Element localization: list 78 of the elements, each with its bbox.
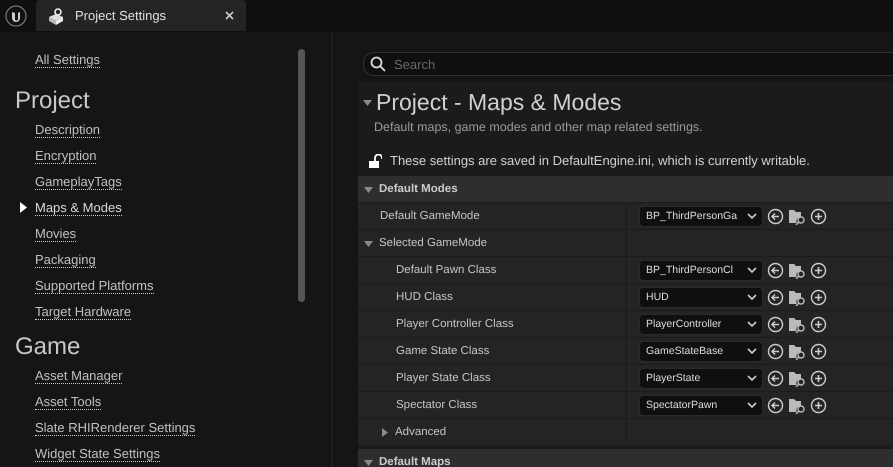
settings-link[interactable]: Encryption	[35, 148, 96, 164]
collapsed-arrow-icon[interactable]	[380, 428, 389, 436]
config-file-note: These settings are saved in DefaultEngine.ini, which is currently writable.	[390, 153, 810, 168]
settings-link[interactable]: Asset Manager	[35, 368, 122, 384]
group-label: Selected GameMode	[379, 237, 488, 249]
settings-link[interactable]: Movies	[35, 226, 76, 242]
add-icon[interactable]	[810, 208, 827, 224]
property-label: Default GameMode	[380, 210, 480, 222]
add-icon[interactable]	[810, 370, 827, 386]
search-input[interactable]: Search	[392, 56, 893, 72]
settings-link[interactable]: Supported Platforms	[35, 278, 154, 294]
category-header[interactable]: Default Modes	[358, 176, 893, 203]
browse-folder-icon[interactable]	[788, 288, 806, 306]
settings-link[interactable]: Widget State Settings	[35, 446, 160, 462]
class-dropdown[interactable]: SpectatorPawn	[639, 394, 763, 416]
search-icon	[370, 56, 386, 72]
class-dropdown[interactable]: BP_ThirdPersonGa	[639, 206, 763, 226]
settings-icon	[48, 6, 66, 24]
browse-folder-icon[interactable]	[788, 370, 806, 386]
expanded-arrow-icon[interactable]	[364, 238, 373, 248]
expanded-arrow-icon[interactable]	[363, 98, 372, 106]
property-label: Game State Class	[396, 345, 490, 357]
use-selected-icon[interactable]	[767, 370, 784, 386]
settings-link[interactable]: Asset Tools	[35, 394, 102, 410]
engine-logo-icon[interactable]	[5, 5, 27, 27]
page-description: Default maps, game modes and other map related settings.	[373, 119, 704, 136]
use-selected-icon[interactable]	[767, 316, 784, 332]
caret-icon	[747, 212, 757, 220]
property-label: Player Controller Class	[396, 318, 514, 330]
class-dropdown[interactable]: BP_ThirdPersonCl	[639, 260, 763, 280]
caret-icon	[747, 266, 757, 274]
class-dropdown[interactable]: HUD	[639, 286, 763, 308]
browse-folder-icon[interactable]	[788, 208, 806, 224]
caret-icon	[747, 320, 757, 328]
add-icon[interactable]	[810, 288, 827, 306]
group-label: Advanced	[395, 426, 446, 438]
class-dropdown[interactable]: PlayerController	[639, 314, 763, 334]
caret-icon	[747, 348, 757, 354]
caret-icon	[747, 402, 757, 408]
caret-icon	[747, 374, 757, 382]
property-label: HUD Class	[396, 291, 453, 303]
project-settings-tab[interactable]: Project Settings	[36, 0, 246, 31]
use-selected-icon[interactable]	[767, 208, 784, 224]
settings-link[interactable]: GameplayTags	[35, 174, 122, 190]
all-settings-link[interactable]: All Settings	[35, 52, 100, 68]
page-title: Project - Maps & Modes	[376, 88, 622, 116]
section-heading: Game	[14, 333, 82, 362]
property-label: Player State Class	[396, 372, 491, 384]
settings-link[interactable]: Packaging	[35, 252, 96, 268]
add-icon[interactable]	[810, 342, 827, 360]
search-field[interactable]: Search	[363, 52, 893, 76]
add-icon[interactable]	[810, 262, 827, 278]
use-selected-icon[interactable]	[767, 342, 784, 360]
group-row[interactable]: Selected GameMode	[358, 230, 893, 257]
property-label: Spectator Class	[396, 399, 478, 411]
group-row[interactable]: Advanced	[358, 419, 893, 446]
expanded-arrow-icon[interactable]	[364, 458, 373, 466]
browse-folder-icon[interactable]	[788, 262, 806, 278]
class-dropdown[interactable]: PlayerState	[639, 368, 763, 388]
settings-link[interactable]: Target Hardware	[35, 304, 132, 320]
close-icon[interactable]	[225, 11, 234, 20]
scrollbar-thumb[interactable]	[298, 49, 305, 302]
browse-folder-icon[interactable]	[788, 342, 806, 360]
caret-icon	[747, 294, 757, 300]
settings-link[interactable]: Slate RHIRenderer Settings	[35, 420, 196, 436]
add-icon[interactable]	[810, 316, 827, 332]
settings-link[interactable]: Description	[35, 122, 100, 138]
browse-folder-icon[interactable]	[788, 396, 806, 414]
class-dropdown[interactable]: GameStateBase	[639, 340, 763, 362]
add-icon[interactable]	[810, 396, 827, 414]
expanded-arrow-icon[interactable]	[364, 184, 373, 194]
settings-link[interactable]: Maps & Modes	[35, 200, 122, 216]
section-heading: Project	[14, 87, 91, 116]
property-label: Default Pawn Class	[396, 264, 496, 276]
browse-folder-icon[interactable]	[788, 316, 806, 332]
use-selected-icon[interactable]	[767, 262, 784, 278]
use-selected-icon[interactable]	[767, 396, 784, 414]
use-selected-icon[interactable]	[767, 288, 784, 306]
